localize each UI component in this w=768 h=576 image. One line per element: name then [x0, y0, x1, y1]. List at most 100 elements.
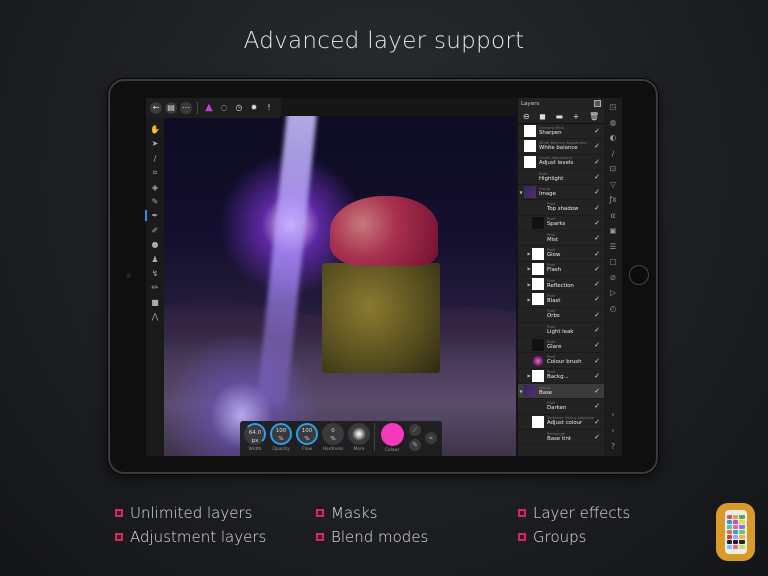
add-layer-icon[interactable]: +	[573, 112, 580, 121]
layers-tab-icon[interactable]: ◳	[608, 101, 619, 112]
layer-label: Pixel Glow	[545, 248, 594, 259]
pen-tool-icon[interactable]: ⋀	[149, 311, 161, 322]
clone-stamp-icon[interactable]: ♟	[149, 254, 161, 265]
filters-tab-icon[interactable]: ▽	[608, 179, 619, 190]
layer-row[interactable]: Selective Colour Adjustment Adjust colour…	[518, 415, 604, 430]
chevron-right-icon[interactable]: ›	[608, 425, 619, 436]
brushes-tab-icon[interactable]: ∕	[608, 148, 619, 159]
folder-icon[interactable]: ▬	[555, 112, 563, 121]
back-arrow-icon[interactable]: ←	[150, 102, 162, 114]
blocked-tab-icon[interactable]: ⊘	[608, 272, 619, 283]
hand-tool-icon[interactable]: ✋	[149, 124, 161, 135]
adjustment-icon[interactable]: ◼	[539, 112, 546, 121]
layer-row[interactable]: White Balance Adjustment White balance ✓	[518, 139, 604, 155]
layer-row[interactable]: Pixel Top shadow ✓	[518, 200, 604, 216]
layer-row[interactable]: ▼ Group Base ✓	[518, 384, 604, 400]
eraser-icon[interactable]: ✐	[149, 225, 161, 236]
visibility-checkbox[interactable]: ✓	[594, 372, 600, 380]
visibility-checkbox[interactable]: ✓	[594, 265, 600, 273]
layer-row[interactable]: ▼ Group Image ✓	[518, 185, 604, 201]
layer-row[interactable]: Pixel Darken ✓	[518, 399, 604, 415]
hardness-dial[interactable]: 0% Hardness	[322, 423, 344, 452]
visibility-checkbox[interactable]: ✓	[594, 234, 600, 242]
visibility-checkbox[interactable]: ✓	[594, 402, 600, 410]
layer-row[interactable]: ▶ Pixel Reflection ✓	[518, 277, 604, 293]
text-styles-tab-icon[interactable]: α	[608, 210, 619, 221]
visibility-checkbox[interactable]: ✓	[594, 418, 600, 426]
chevron-left-icon[interactable]: ‹	[608, 409, 619, 420]
visibility-checkbox[interactable]: ✓	[594, 311, 600, 319]
macro-play-tab-icon[interactable]: ▷	[608, 287, 619, 298]
dodge-burn-icon[interactable]: ●	[149, 239, 161, 250]
visibility-checkbox[interactable]: ✓	[594, 158, 600, 166]
flood-fill-icon[interactable]: ◈	[149, 182, 161, 193]
more-button[interactable]: More	[348, 423, 370, 452]
layer-row[interactable]: Pixel Mist ✓	[518, 231, 604, 247]
help-icon[interactable]: !	[263, 102, 275, 114]
visibility-checkbox[interactable]: ✓	[594, 341, 600, 349]
layer-row[interactable]: Pixel Colour brush ✓	[518, 353, 604, 369]
layer-row[interactable]: Pixel Light leak ✓	[518, 323, 604, 339]
photo-tab-icon[interactable]: ▣	[608, 225, 619, 236]
list-tab-icon[interactable]: ☰	[608, 241, 619, 252]
color-picker-icon[interactable]: ∕	[149, 153, 161, 164]
visibility-checkbox[interactable]: ✓	[594, 142, 600, 150]
brush-icon[interactable]: ✎	[409, 439, 421, 451]
settings-icon[interactable]: ✹	[248, 102, 260, 114]
layer-row[interactable]: Rectangle Base tint ✓	[518, 430, 604, 446]
document-icon[interactable]: ▤	[165, 102, 177, 114]
opacity-dial[interactable]: 100% Opacity	[270, 423, 292, 452]
flow-dial[interactable]: 100% Flow	[296, 423, 318, 452]
transform-tab-icon[interactable]: □	[608, 256, 619, 267]
layer-row[interactable]: ▶ Pixel Flash ✓	[518, 262, 604, 277]
visibility-checkbox[interactable]: ✓	[594, 127, 600, 135]
rectangle-shape-icon[interactable]: ■	[149, 297, 161, 308]
pixel-persona-icon[interactable]: ▲	[203, 102, 215, 114]
layer-row[interactable]: Levels Adjustment Adjust levels ✓	[518, 155, 604, 170]
wet-edges-icon[interactable]: ∝	[425, 432, 437, 444]
paint-brush-icon[interactable]: ✒	[145, 210, 161, 222]
visibility-checkbox[interactable]: ✓	[594, 250, 600, 258]
visibility-checkbox[interactable]: ✓	[594, 219, 600, 227]
fx-tab-icon[interactable]: ƒx	[608, 194, 619, 205]
move-tool-icon[interactable]: ➤	[149, 138, 161, 149]
visibility-checkbox[interactable]: ✓	[594, 357, 600, 365]
layer-row[interactable]: ▶ Pixel Blast ✓	[518, 292, 604, 308]
visibility-checkbox[interactable]: ✓	[594, 173, 600, 181]
layer-thumbnail	[532, 354, 544, 367]
visibility-checkbox[interactable]: ✓	[594, 326, 600, 334]
selection-brush-icon[interactable]: ✎	[149, 196, 161, 207]
visibility-checkbox[interactable]: ✓	[594, 188, 600, 196]
layer-row[interactable]: Unsharp Mask Sharpen ✓	[518, 124, 604, 140]
layer-row[interactable]: ▶ Pixel Glow ✓	[518, 246, 604, 262]
layer-row[interactable]: Pixel Glare ✓	[518, 338, 604, 354]
visibility-checkbox[interactable]: ✓	[594, 295, 600, 303]
layer-row[interactable]: Pixel Orbs ✓	[518, 308, 604, 323]
layer-row[interactable]: ▶ Pixel Backg... ✓	[518, 369, 604, 385]
width-dial[interactable]: 64.0 px Width	[244, 423, 266, 452]
navigator-tab-icon[interactable]: ⊡	[608, 163, 619, 174]
brush-settings-icon[interactable]: ⟋	[409, 424, 421, 436]
layer-thumbnail	[532, 324, 544, 336]
more-icon[interactable]: ⋯	[180, 102, 192, 114]
document-canvas[interactable]	[164, 116, 516, 456]
visibility-checkbox[interactable]: ✓	[594, 280, 600, 288]
history-icon[interactable]: ◷	[233, 102, 245, 114]
colour-button[interactable]: Colour	[379, 423, 405, 453]
layer-row[interactable]: Pixel Highlight ✓	[518, 170, 604, 186]
adjustments-tab-icon[interactable]: ◐	[608, 132, 619, 143]
visibility-checkbox[interactable]: ✓	[594, 204, 600, 212]
healing-brush-icon[interactable]: ✏	[149, 282, 161, 293]
help-icon[interactable]: ?	[608, 441, 619, 452]
channels-tab-icon[interactable]: ◍	[608, 117, 619, 128]
smudge-icon[interactable]: ↯	[149, 268, 161, 279]
selection-lasso-icon[interactable]: ◌	[218, 102, 230, 114]
visibility-checkbox[interactable]: ✓	[594, 433, 600, 441]
history-tab-icon[interactable]: ◴	[608, 303, 619, 314]
mask-icon[interactable]: ⊖	[523, 112, 530, 121]
crop-tool-icon[interactable]: ⌗	[149, 167, 161, 178]
layer-row[interactable]: Pixel Sparks ✓	[518, 216, 604, 232]
delete-layer-icon[interactable]: 🗑	[589, 112, 599, 121]
visibility-checkbox[interactable]: ✓	[594, 387, 600, 395]
panel-toggle-icon[interactable]	[594, 100, 601, 107]
